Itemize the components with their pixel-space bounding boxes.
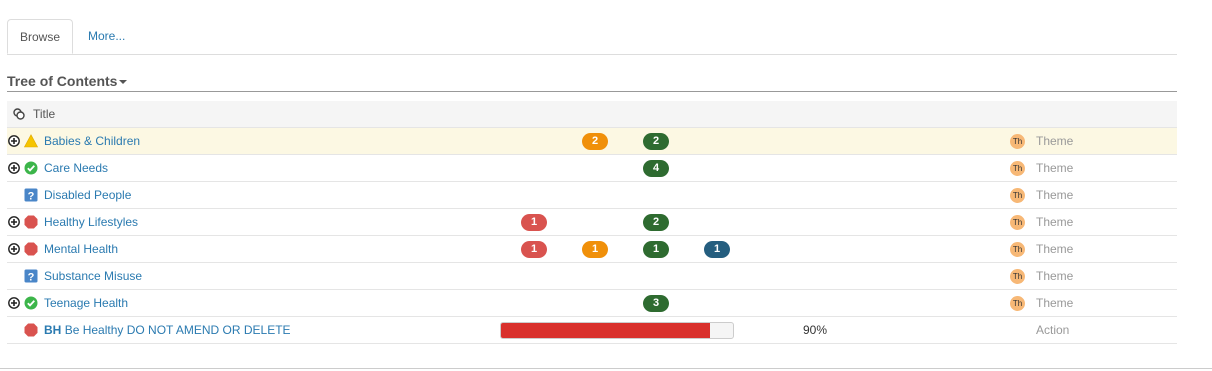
- row-title: Babies & Children: [44, 134, 141, 148]
- theme-icon: Th: [1010, 161, 1025, 176]
- table-row[interactable]: Mental Health 1 1 1 1 Th Theme: [7, 236, 1177, 263]
- row-title-link[interactable]: Babies & Children: [44, 134, 140, 148]
- row-title-link[interactable]: Disabled People: [44, 188, 131, 202]
- theme-icon: Th: [1010, 242, 1025, 257]
- count-badge-green[interactable]: 1: [643, 241, 669, 258]
- theme-icon: Th: [1010, 188, 1025, 203]
- row-type: Action: [1036, 323, 1070, 337]
- row-type: Theme: [1036, 188, 1074, 202]
- row-type: Theme: [1036, 161, 1074, 175]
- theme-icon: Th: [1010, 296, 1025, 311]
- count-badge-green[interactable]: 2: [643, 133, 669, 150]
- expand-icon[interactable]: [8, 297, 20, 309]
- row-title-link[interactable]: Healthy Lifestyles: [44, 215, 138, 229]
- theme-icon: Th: [1010, 134, 1025, 149]
- row-type: Theme: [1036, 242, 1074, 256]
- row-title: Mental Health: [44, 242, 119, 256]
- table-row[interactable]: Teenage Health 3 Th Theme: [7, 290, 1177, 317]
- stop-octagon-icon: [24, 323, 38, 337]
- expand-icon[interactable]: [8, 162, 20, 174]
- row-type: Theme: [1036, 134, 1074, 148]
- table-row[interactable]: ? Disabled People Th Theme: [7, 182, 1177, 209]
- svg-text:?: ?: [28, 190, 35, 202]
- row-title: Be Healthy DO NOT AMEND OR DELETE: [64, 323, 291, 337]
- table-row[interactable]: Babies & Children 2 2 Th Theme: [7, 128, 1177, 155]
- warning-icon: [24, 134, 38, 148]
- stop-octagon-icon: [24, 215, 38, 229]
- question-icon: ?: [24, 188, 38, 202]
- progress-bar: [500, 322, 734, 339]
- check-circle-icon: [24, 296, 38, 310]
- divider: [0, 368, 1212, 369]
- stop-octagon-icon: [24, 242, 38, 256]
- row-type: Theme: [1036, 296, 1074, 310]
- row-type: Theme: [1036, 269, 1074, 283]
- caret-down-icon[interactable]: [119, 80, 128, 85]
- row-title: Substance Misuse: [44, 269, 143, 283]
- table-header: Title: [7, 101, 1177, 128]
- count-badge-green[interactable]: 4: [643, 160, 669, 177]
- row-title-link[interactable]: BH Be Healthy DO NOT AMEND OR DELETE: [44, 323, 291, 337]
- row-title: Care Needs: [44, 161, 109, 175]
- tree-of-contents-heading[interactable]: Tree of Contents: [7, 73, 1177, 92]
- row-title-link[interactable]: Substance Misuse: [44, 269, 142, 283]
- node-icon: [13, 108, 25, 120]
- count-badge-orange[interactable]: 1: [582, 241, 608, 258]
- row-title-link[interactable]: Teenage Health: [44, 296, 128, 310]
- count-badge-green[interactable]: 3: [643, 295, 669, 312]
- theme-icon: Th: [1010, 269, 1025, 284]
- expand-icon[interactable]: [8, 216, 20, 228]
- table-row[interactable]: BH Be Healthy DO NOT AMEND OR DELETE 90% A…: [7, 317, 1177, 344]
- row-title: Healthy Lifestyles: [44, 215, 139, 229]
- progress-label: 90%: [803, 323, 828, 337]
- count-badge-red[interactable]: 1: [521, 214, 547, 231]
- count-badge-blue[interactable]: 1: [704, 241, 730, 258]
- tab-more[interactable]: More...: [88, 19, 125, 54]
- question-icon: ?: [24, 269, 38, 283]
- count-badge-orange[interactable]: 2: [582, 133, 608, 150]
- tab-browse[interactable]: Browse: [7, 19, 73, 54]
- section-title[interactable]: Tree of Contents: [7, 73, 117, 89]
- table-row[interactable]: Healthy Lifestyles 1 2 Th Theme: [7, 209, 1177, 236]
- row-title: Teenage Health: [44, 296, 129, 310]
- count-badge-green[interactable]: 2: [643, 214, 669, 231]
- count-badge-red[interactable]: 1: [521, 241, 547, 258]
- tab-bar: Browse More...: [7, 19, 1177, 55]
- row-type: Theme: [1036, 215, 1074, 229]
- row-title-link[interactable]: Mental Health: [44, 242, 118, 256]
- row-title-prefix: BH: [44, 323, 62, 337]
- column-title: Title: [33, 107, 56, 121]
- svg-text:?: ?: [28, 271, 35, 283]
- progress-fill: [501, 323, 710, 338]
- theme-icon: Th: [1010, 215, 1025, 230]
- expand-icon[interactable]: [8, 243, 20, 255]
- row-title: Disabled People: [44, 188, 132, 202]
- expand-icon[interactable]: [8, 135, 20, 147]
- row-title-link[interactable]: Care Needs: [44, 161, 108, 175]
- check-circle-icon: [24, 161, 38, 175]
- table-row[interactable]: ? Substance Misuse Th Theme: [7, 263, 1177, 290]
- table-row[interactable]: Care Needs 4 Th Theme: [7, 155, 1177, 182]
